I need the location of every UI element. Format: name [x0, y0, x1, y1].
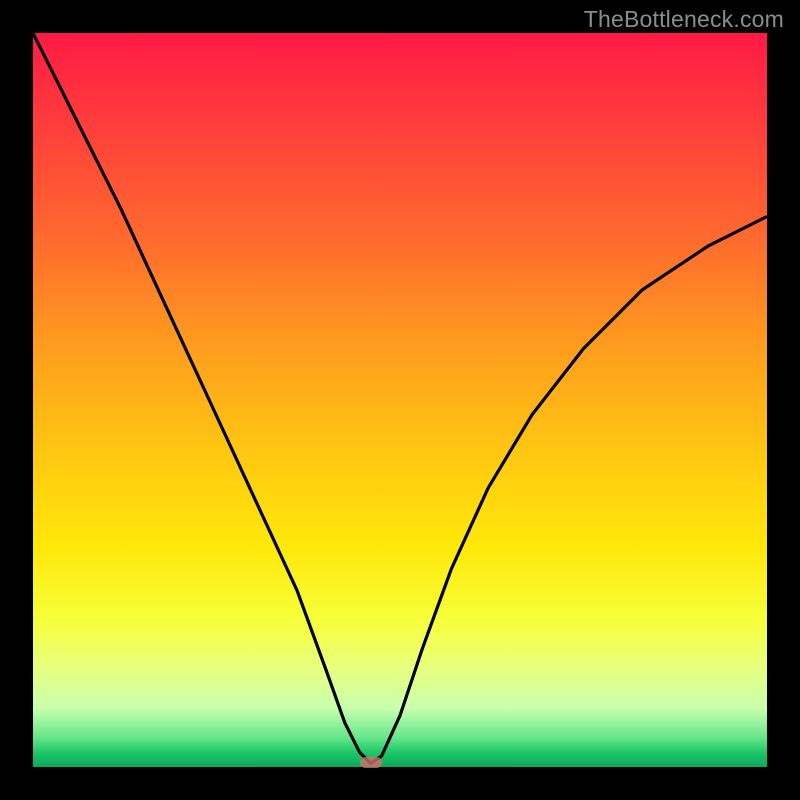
bottleneck-curve-svg [33, 33, 767, 767]
watermark-text: TheBottleneck.com [584, 6, 784, 33]
minimum-marker [360, 757, 382, 768]
chart-frame: TheBottleneck.com [0, 0, 800, 800]
bottleneck-curve-path [33, 33, 767, 763]
